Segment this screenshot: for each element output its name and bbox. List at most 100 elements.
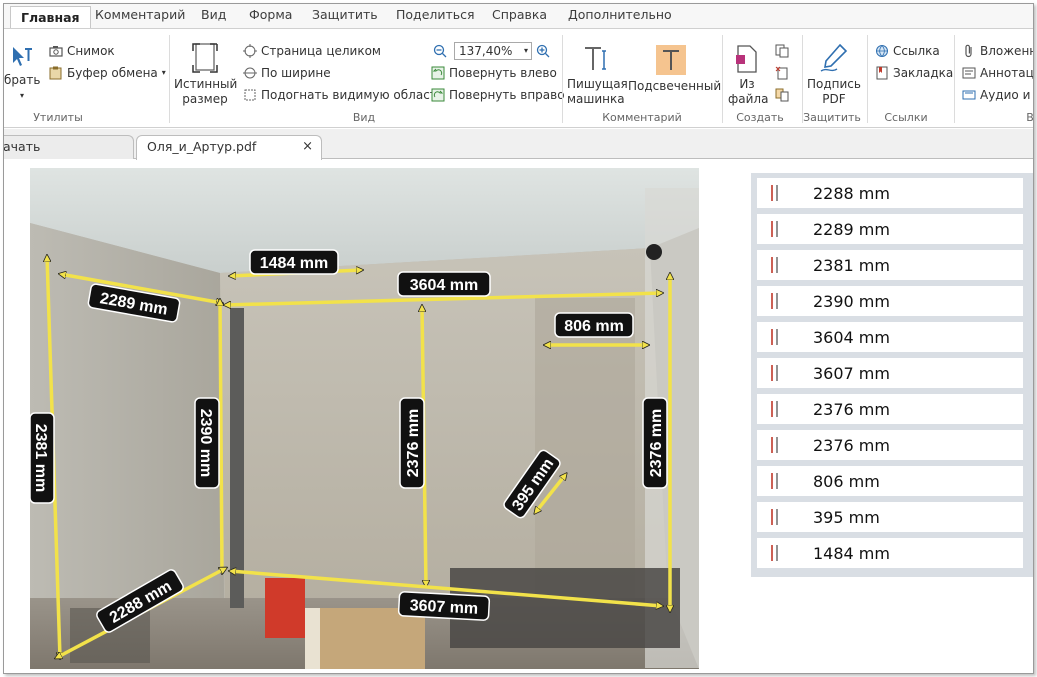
list-item[interactable]: 2288 mm — [757, 178, 1023, 208]
bookmark-button[interactable]: Закладка — [874, 63, 953, 83]
camera-icon — [48, 44, 63, 59]
list-item[interactable]: 1484 mm — [757, 538, 1023, 568]
svg-text:3604 mm: 3604 mm — [410, 277, 479, 294]
ruler-icon — [770, 364, 786, 382]
highlight-text-icon — [656, 45, 686, 75]
tab-help[interactable]: Справка — [492, 4, 547, 28]
list-item[interactable]: 2381 mm — [757, 250, 1023, 280]
ruler-icon — [770, 328, 786, 346]
ruler-icon — [770, 400, 786, 418]
list-item[interactable]: 2289 mm — [757, 214, 1023, 244]
link-button[interactable]: Ссылка — [874, 41, 940, 61]
from-file-button[interactable]: Из файла — [728, 45, 768, 107]
rotate-left-button[interactable]: Повернуть влево — [430, 63, 557, 83]
group-label-create: Создать — [736, 111, 784, 124]
combine-files-icon — [774, 88, 789, 103]
group-label-view: Вид — [352, 111, 376, 124]
annotation-icon — [961, 66, 976, 81]
zoom-in-button[interactable] — [535, 41, 550, 61]
tab-protect[interactable]: Защитить — [312, 4, 378, 28]
measurement-value: 2376 mm — [813, 435, 890, 455]
group-separator — [562, 35, 563, 123]
zoom-select[interactable]: 137,40% ▾ — [454, 42, 532, 60]
measurement-value: 395 mm — [813, 507, 880, 527]
fit-width-label: По ширине — [261, 66, 331, 80]
measure-label-806: 806 mm — [554, 312, 634, 338]
highlighted-label: Подсвеченный — [628, 79, 722, 93]
fit-page-label: Страница целиком — [261, 44, 381, 58]
ruler-icon — [770, 544, 786, 562]
fit-page-button[interactable]: Страница целиком — [242, 41, 381, 61]
new-file-icon — [736, 45, 757, 73]
create-option-1-button[interactable] — [774, 41, 789, 61]
list-item[interactable]: 395 mm — [757, 502, 1023, 532]
select-tool-button[interactable]: брать ▾ — [4, 45, 40, 103]
clipboard-label: Буфер обмена — [67, 66, 158, 80]
ruler-icon — [770, 184, 786, 202]
app-window: Главная Комментарий Вид Форма Защитить П… — [3, 3, 1034, 674]
tab-document[interactable]: Оля_и_Артур.pdf × — [136, 135, 322, 160]
measurement-value: 2289 mm — [813, 219, 890, 239]
chevron-down-icon: ▾ — [19, 91, 24, 100]
measure-label-2390: 2390 mm — [194, 397, 220, 489]
tab-comment[interactable]: Комментарий — [95, 4, 185, 28]
list-item[interactable]: 3604 mm — [757, 322, 1023, 352]
list-item[interactable]: 2376 mm — [757, 430, 1023, 460]
svg-text:1484 mm: 1484 mm — [260, 255, 329, 272]
typewriter-button[interactable]: Пишущая машинка — [567, 45, 628, 107]
snapshot-label: Снимок — [67, 44, 115, 58]
tab-form[interactable]: Форма — [249, 4, 292, 28]
clipboard-dropdown-icon[interactable]: ▾ — [162, 63, 166, 83]
tab-home[interactable]: Главная — [10, 6, 91, 29]
measure-line-2390 — [220, 300, 222, 573]
tab-start[interactable]: ачать — [3, 135, 134, 159]
rotate-left-label: Повернуть влево — [449, 66, 557, 80]
audio-video-button[interactable]: Аудио и — [961, 85, 1030, 105]
list-item[interactable]: 2376 mm — [757, 394, 1023, 424]
tab-start-label: ачать — [3, 139, 41, 154]
group-separator — [954, 35, 955, 123]
svg-text:2376 mm: 2376 mm — [648, 409, 665, 478]
zoom-out-button[interactable] — [432, 41, 447, 61]
measurement-value: 806 mm — [813, 471, 880, 491]
actual-size-button[interactable]: Истинный размер — [174, 43, 237, 107]
fit-visible-button[interactable]: Подогнать видимую область — [242, 85, 444, 105]
zoom-dropdown-icon: ▾ — [523, 46, 528, 55]
measure-label-3604: 3604 mm — [397, 271, 491, 297]
group-label-utils: Утилиты — [33, 111, 83, 124]
sign-pdf-button[interactable]: Подпись PDF — [805, 43, 863, 107]
tab-view[interactable]: Вид — [201, 4, 226, 28]
highlighted-text-button[interactable]: Подсвеченный — [628, 45, 722, 94]
tab-advanced[interactable]: Дополнительно — [568, 4, 672, 28]
typewriter-label-1: Пишущая — [567, 77, 628, 91]
snapshot-button[interactable]: Снимок — [48, 41, 115, 61]
measurement-value: 3607 mm — [813, 363, 890, 383]
list-item[interactable]: 806 mm — [757, 466, 1023, 496]
measurement-list: 2288 mm 2289 mm 2381 mm 2390 mm 3604 mm … — [751, 173, 1033, 577]
tab-document-label: Оля_и_Артур.pdf — [147, 139, 257, 154]
annotation-button[interactable]: Аннотац — [961, 63, 1033, 83]
measurement-value: 3604 mm — [813, 327, 890, 347]
attachment-button[interactable]: Вложенн — [961, 41, 1033, 61]
ruler-icon — [770, 508, 786, 526]
main-menu-tabs: Главная Комментарий Вид Форма Защитить П… — [4, 4, 1033, 29]
create-option-2-button[interactable] — [774, 63, 789, 83]
group-separator — [169, 35, 170, 123]
tab-share[interactable]: Поделиться — [396, 4, 475, 28]
clipboard-button[interactable]: Буфер обмена ▾ — [48, 63, 166, 83]
fit-visible-label: Подогнать видимую область — [261, 88, 444, 102]
measurement-value: 2288 mm — [813, 183, 890, 203]
list-item[interactable]: 2390 mm — [757, 286, 1023, 316]
measurement-value: 2376 mm — [813, 399, 890, 419]
fit-width-button[interactable]: По ширине — [242, 63, 331, 83]
bookmark-label: Закладка — [893, 66, 954, 80]
group-separator — [802, 35, 803, 123]
paperclip-icon — [961, 44, 976, 59]
fit-width-icon — [242, 66, 257, 81]
list-item[interactable]: 3607 mm — [757, 358, 1023, 388]
create-option-3-button[interactable] — [774, 85, 789, 105]
close-icon[interactable]: × — [302, 136, 313, 158]
measurement-value: 2381 mm — [813, 255, 890, 275]
measure-label-2376-right: 2376 mm — [642, 397, 668, 489]
rotate-right-button[interactable]: Повернуть вправо — [430, 85, 565, 105]
